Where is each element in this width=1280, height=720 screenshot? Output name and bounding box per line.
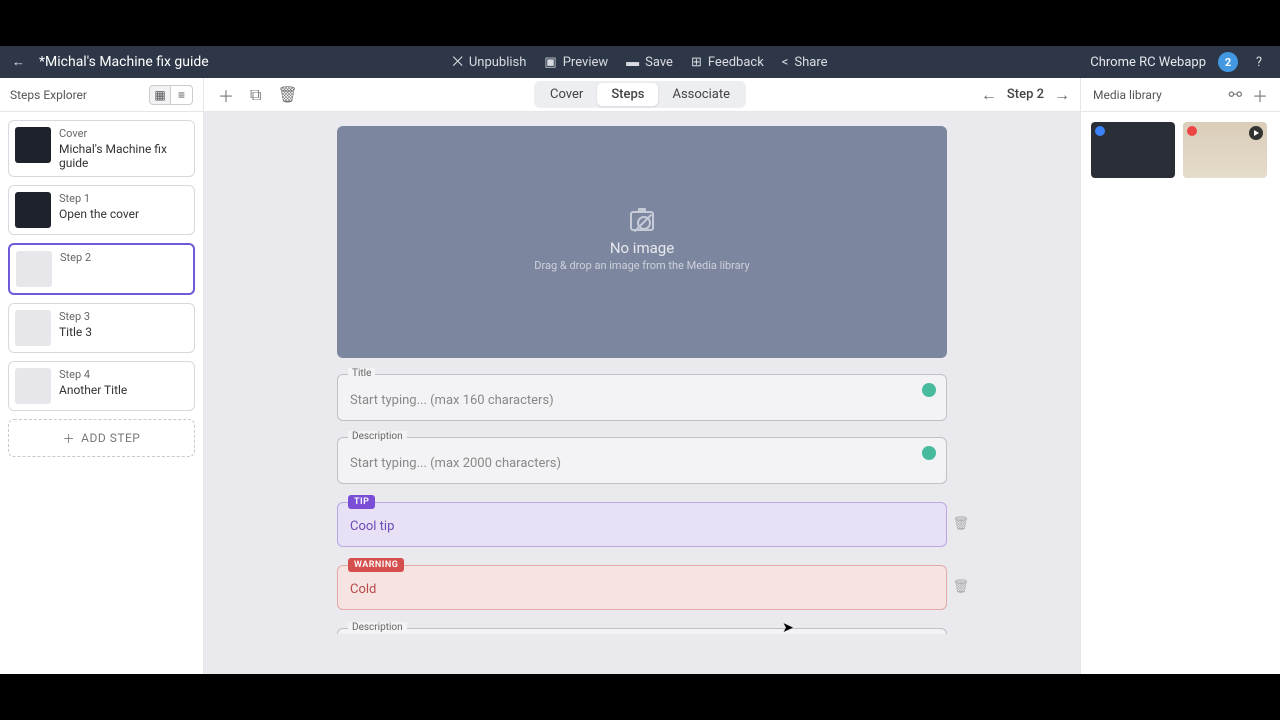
- media-thumb-1[interactable]: [1183, 122, 1267, 178]
- tip-text: Cool tip: [350, 519, 934, 534]
- toolbar: Steps Explorer ▦ ≡ ＋ ⧉ 🗑 Cover Steps Ass…: [0, 78, 1280, 112]
- unpublish-label: Unpublish: [469, 55, 527, 70]
- steps-explorer-label: Steps Explorer: [10, 88, 141, 102]
- title-input[interactable]: [350, 393, 906, 408]
- no-image-icon: [630, 211, 654, 231]
- feedback-label: Feedback: [708, 55, 764, 70]
- delete-tip-icon[interactable]: 🗑: [952, 517, 969, 532]
- description-field[interactable]: Description: [337, 437, 947, 484]
- step-thumb: [15, 310, 51, 346]
- step-card-4[interactable]: Step 4 Another Title: [8, 361, 195, 411]
- preview-button[interactable]: ▣ Preview: [544, 55, 608, 70]
- step-card-1[interactable]: Step 1 Open the cover: [8, 185, 195, 235]
- step-label: Step 4: [59, 368, 127, 381]
- step-card-3[interactable]: Step 3 Title 3: [8, 303, 195, 353]
- image-dropzone[interactable]: No image Drag & drop an image from the M…: [337, 126, 947, 358]
- step-label: Cover: [59, 127, 188, 140]
- warning-text: Cold: [350, 582, 934, 597]
- title-legend: Title: [348, 368, 375, 379]
- play-icon: [1249, 126, 1263, 140]
- list-view-icon[interactable]: ≡: [171, 85, 193, 105]
- step-title: Michal's Machine fix guide: [59, 142, 188, 170]
- media-thumb-0[interactable]: [1091, 122, 1175, 178]
- prev-step-icon[interactable]: ←: [981, 85, 997, 105]
- share-label: Share: [794, 55, 827, 70]
- app-name-label: Chrome RC Webapp: [1090, 55, 1206, 70]
- tip-tag: TIP: [348, 495, 375, 509]
- add-icon[interactable]: ＋: [218, 83, 234, 107]
- segment-steps[interactable]: Steps: [597, 83, 658, 106]
- segment-associate[interactable]: Associate: [658, 83, 744, 106]
- segment-cover[interactable]: Cover: [536, 83, 597, 106]
- plus-icon: ＋: [63, 430, 76, 447]
- step-label: Step 2: [60, 251, 91, 264]
- no-image-hint: Drag & drop an image from the Media libr…: [534, 259, 749, 272]
- step-title: Title 3: [59, 325, 92, 339]
- share-button[interactable]: < Share: [782, 55, 828, 70]
- share-icon: <: [782, 55, 789, 70]
- extra-description-field[interactable]: Description: [337, 628, 947, 634]
- back-arrow-icon[interactable]: ←: [12, 54, 25, 70]
- step-thumb: [15, 368, 51, 404]
- feedback-button[interactable]: ⊞ Feedback: [691, 55, 764, 70]
- help-icon[interactable]: ?: [1250, 53, 1268, 71]
- copy-icon[interactable]: ⧉: [250, 85, 261, 105]
- next-step-icon[interactable]: →: [1054, 85, 1070, 105]
- step-thumb: [15, 192, 51, 228]
- step-card-0[interactable]: Cover Michal's Machine fix guide: [8, 120, 195, 177]
- step-card-2[interactable]: Step 2: [8, 243, 195, 295]
- editor-main: No image Drag & drop an image from the M…: [204, 112, 1080, 674]
- delete-icon[interactable]: 🗑: [277, 85, 297, 104]
- unpublish-icon: ⨉: [452, 55, 462, 70]
- step-title: Another Title: [59, 383, 127, 397]
- media-library-label: Media library: [1093, 88, 1219, 102]
- save-button[interactable]: ▬ Save: [626, 54, 673, 70]
- title-field[interactable]: Title: [337, 374, 947, 421]
- media-status-dot: [1095, 126, 1105, 136]
- grid-view-icon[interactable]: ▦: [149, 85, 171, 105]
- steps-sidebar: Cover Michal's Machine fix guide Step 1 …: [0, 112, 204, 674]
- link-icon[interactable]: ⚯: [1229, 85, 1242, 104]
- extra-description-legend: Description: [348, 622, 407, 633]
- user-avatar[interactable]: 2: [1218, 52, 1238, 72]
- warning-box[interactable]: WARNING Cold: [337, 565, 947, 610]
- step-title: Open the cover: [59, 207, 139, 221]
- delete-warning-icon[interactable]: 🗑: [952, 580, 969, 595]
- no-image-title: No image: [610, 239, 674, 257]
- feedback-icon: ⊞: [691, 55, 702, 70]
- description-legend: Description: [348, 431, 407, 442]
- preview-label: Preview: [563, 55, 608, 70]
- step-nav: ← Step 2 →: [981, 85, 1070, 105]
- media-sidebar: [1080, 112, 1280, 674]
- current-step-label: Step 2: [1007, 87, 1044, 102]
- step-label: Step 3: [59, 310, 92, 323]
- warning-tag: WARNING: [348, 558, 404, 572]
- step-label: Step 1: [59, 192, 139, 205]
- add-step-button[interactable]: ＋ ADD STEP: [8, 419, 195, 457]
- tip-box[interactable]: TIP Cool tip: [337, 502, 947, 547]
- add-step-label: ADD STEP: [81, 431, 140, 445]
- description-input[interactable]: [350, 456, 906, 471]
- app-topbar: ← *Michal's Machine fix guide ⨉ Unpublish…: [0, 46, 1280, 78]
- save-label: Save: [645, 55, 673, 70]
- document-title: *Michal's Machine fix guide: [39, 54, 209, 70]
- preview-icon: ▣: [544, 55, 556, 70]
- unpublish-button[interactable]: ⨉ Unpublish: [452, 55, 526, 70]
- add-media-icon[interactable]: ＋: [1252, 83, 1268, 107]
- save-icon: ▬: [626, 54, 639, 70]
- view-segmented: Cover Steps Associate: [534, 81, 746, 108]
- step-thumb: [15, 127, 51, 163]
- step-thumb: [16, 251, 52, 287]
- media-status-dot: [1187, 126, 1197, 136]
- description-status-badge: [922, 446, 936, 460]
- title-status-badge: [922, 383, 936, 397]
